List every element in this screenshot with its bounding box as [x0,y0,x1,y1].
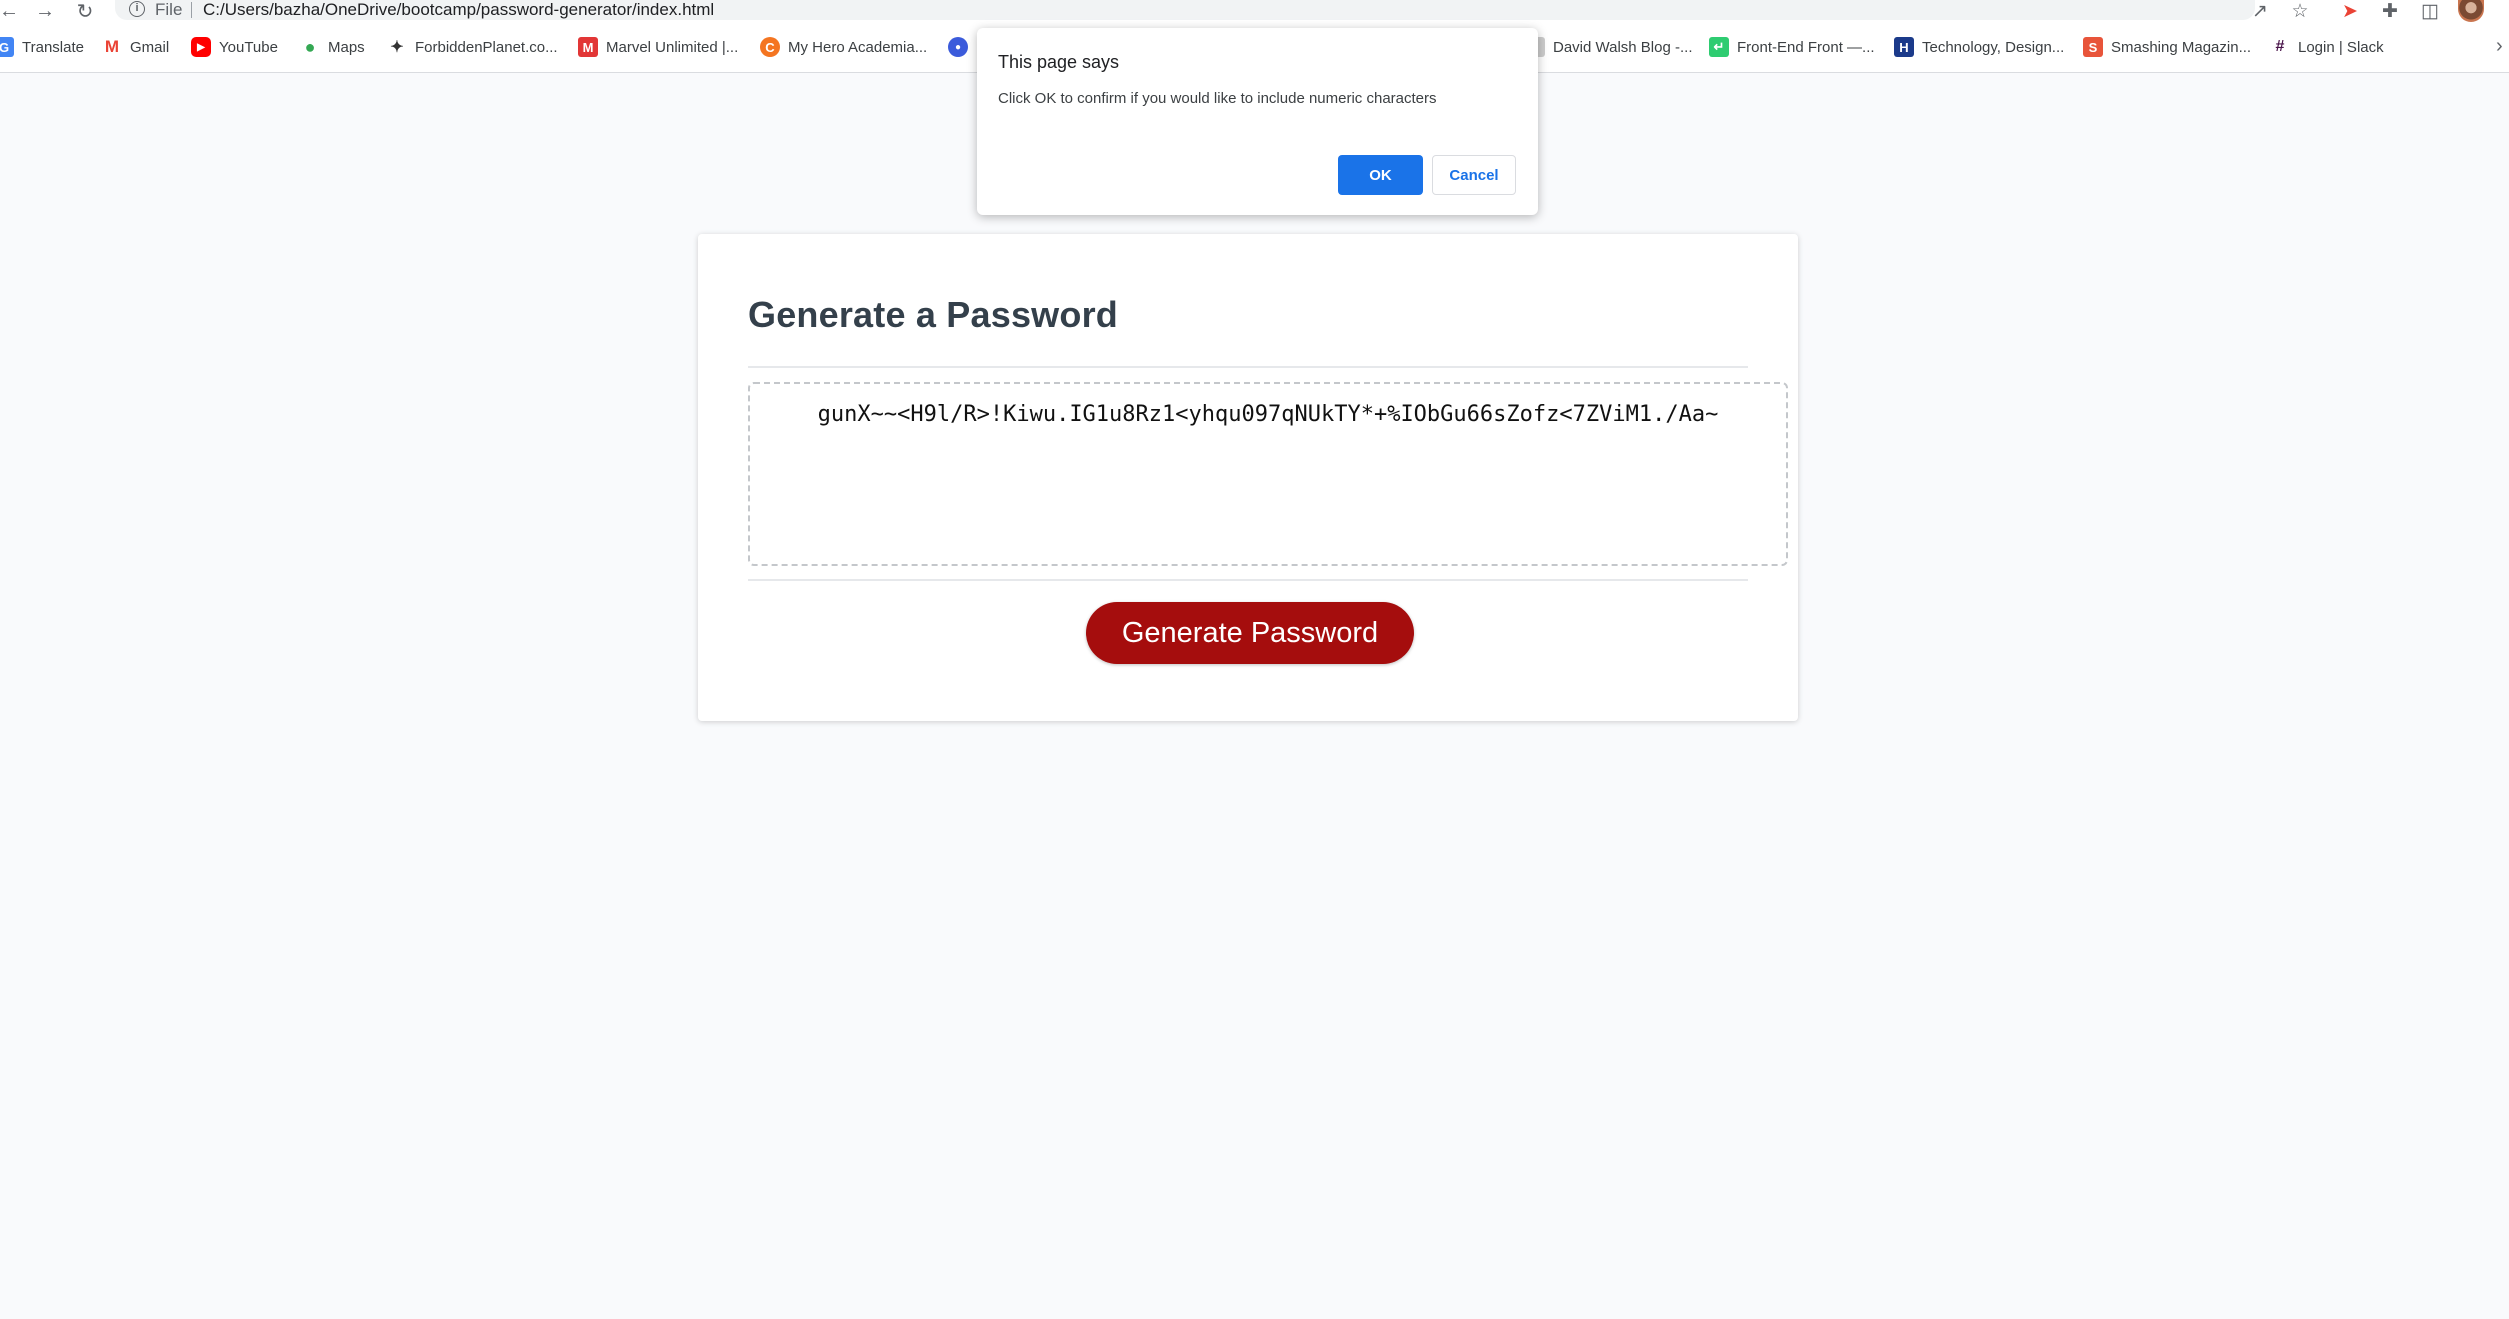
password-generator-card: Generate a Password gunX~~<H9l/R>!Kiwu.I… [698,234,1798,721]
bookmark-maps[interactable]: ● Maps [300,34,365,60]
bookmark-front-end-front[interactable]: ↵ Front-End Front —... [1709,34,1875,60]
bookmark-label: Marvel Unlimited |... [606,38,739,56]
info-icon[interactable]: i [129,1,145,17]
bookmark-youtube[interactable]: ▶ YouTube [191,34,278,60]
chevron-right-icon[interactable]: › [2496,35,2503,58]
bookmark-technology-design[interactable]: H Technology, Design... [1894,34,2064,60]
arrow-right-icon[interactable]: → [32,0,58,22]
h-icon: H [1894,37,1914,57]
url-text[interactable]: C:/Users/bazha/OneDrive/bootcamp/passwor… [203,0,714,20]
ok-button[interactable]: OK [1338,155,1423,195]
cancel-button[interactable]: Cancel [1432,155,1516,195]
maps-pin-icon: ● [300,37,320,57]
bookmark-label: Login | Slack [2298,38,2384,56]
bookmark-label: ForbiddenPlanet.co... [415,38,558,56]
puzzle-icon[interactable]: ✚ [2376,0,2404,22]
bookmark-label: Technology, Design... [1922,38,2065,56]
share-icon[interactable]: ↗ [2246,0,2274,22]
slack-icon: # [2270,37,2290,57]
page-title: Generate a Password [748,294,1118,335]
bookmark-translate[interactable]: G Translate [0,34,84,60]
gmail-icon: M [102,37,122,57]
top-divider [748,366,1748,368]
dialog-title: This page says [998,52,1120,72]
marvel-icon: M [578,37,598,57]
youtube-icon: ▶ [191,37,211,57]
address-bar[interactable]: i File C:/Users/bazha/OneDrive/bootcamp/… [115,0,2255,20]
bookmark-slack[interactable]: # Login | Slack [2270,34,2384,60]
url-scheme-label: File [155,0,183,19]
bookmark-label: Maps [328,38,365,56]
profile-avatar[interactable] [2458,0,2484,22]
reload-icon[interactable]: ↻ [72,0,98,23]
bookmark-label: David Walsh Blog -... [1553,38,1693,56]
bookmark-label: Smashing Magazin... [2111,38,2252,56]
extension-icon[interactable]: ➤ [2336,0,2364,22]
password-output[interactable]: gunX~~<H9l/R>!Kiwu.IG1u8Rz1<yhqu097qNUkT… [748,382,1788,566]
smashing-icon: S [2083,37,2103,57]
crunchyroll-icon: C [760,37,780,57]
generate-password-button[interactable]: Generate Password [1086,602,1414,664]
bookmark-label: YouTube [219,38,278,56]
bookmark-label: Gmail [130,38,170,56]
front-end-front-icon: ↵ [1709,37,1729,57]
bookmark-label: Translate [22,38,84,56]
bottom-divider [748,579,1748,581]
bookmark-forbidden-planet[interactable]: ✦ ForbiddenPlanet.co... [387,34,558,60]
bookmark-smashing-magazine[interactable]: S Smashing Magazin... [2083,34,2251,60]
bookmark-marvel[interactable]: M Marvel Unlimited |... [578,34,738,60]
confirm-dialog: This page says Click OK to confirm if yo… [977,28,1538,215]
side-panel-icon[interactable]: ◫ [2416,0,2444,22]
dialog-message: Click OK to confirm if you would like to… [998,90,1437,107]
star-icon[interactable]: ☆ [2286,0,2314,22]
browser-toolbar: ← → ↻ i File C:/Users/bazha/OneDrive/boo… [0,0,2509,23]
bookmark-my-hero-academia[interactable]: C My Hero Academia... [760,34,927,60]
translate-icon: G [0,37,14,57]
bookmark-partial[interactable]: ● [948,34,976,60]
bookmark-label: My Hero Academia... [788,38,928,56]
bookmark-david-walsh[interactable]: David Walsh Blog -... [1525,34,1693,60]
bookmark-label: Front-End Front —... [1737,38,1875,56]
arrow-left-icon[interactable]: ← [0,0,22,22]
blue-circle-icon: ● [948,37,968,57]
forbidden-planet-icon: ✦ [387,37,407,57]
bookmark-gmail[interactable]: M Gmail [102,34,169,60]
url-separator [191,2,192,18]
